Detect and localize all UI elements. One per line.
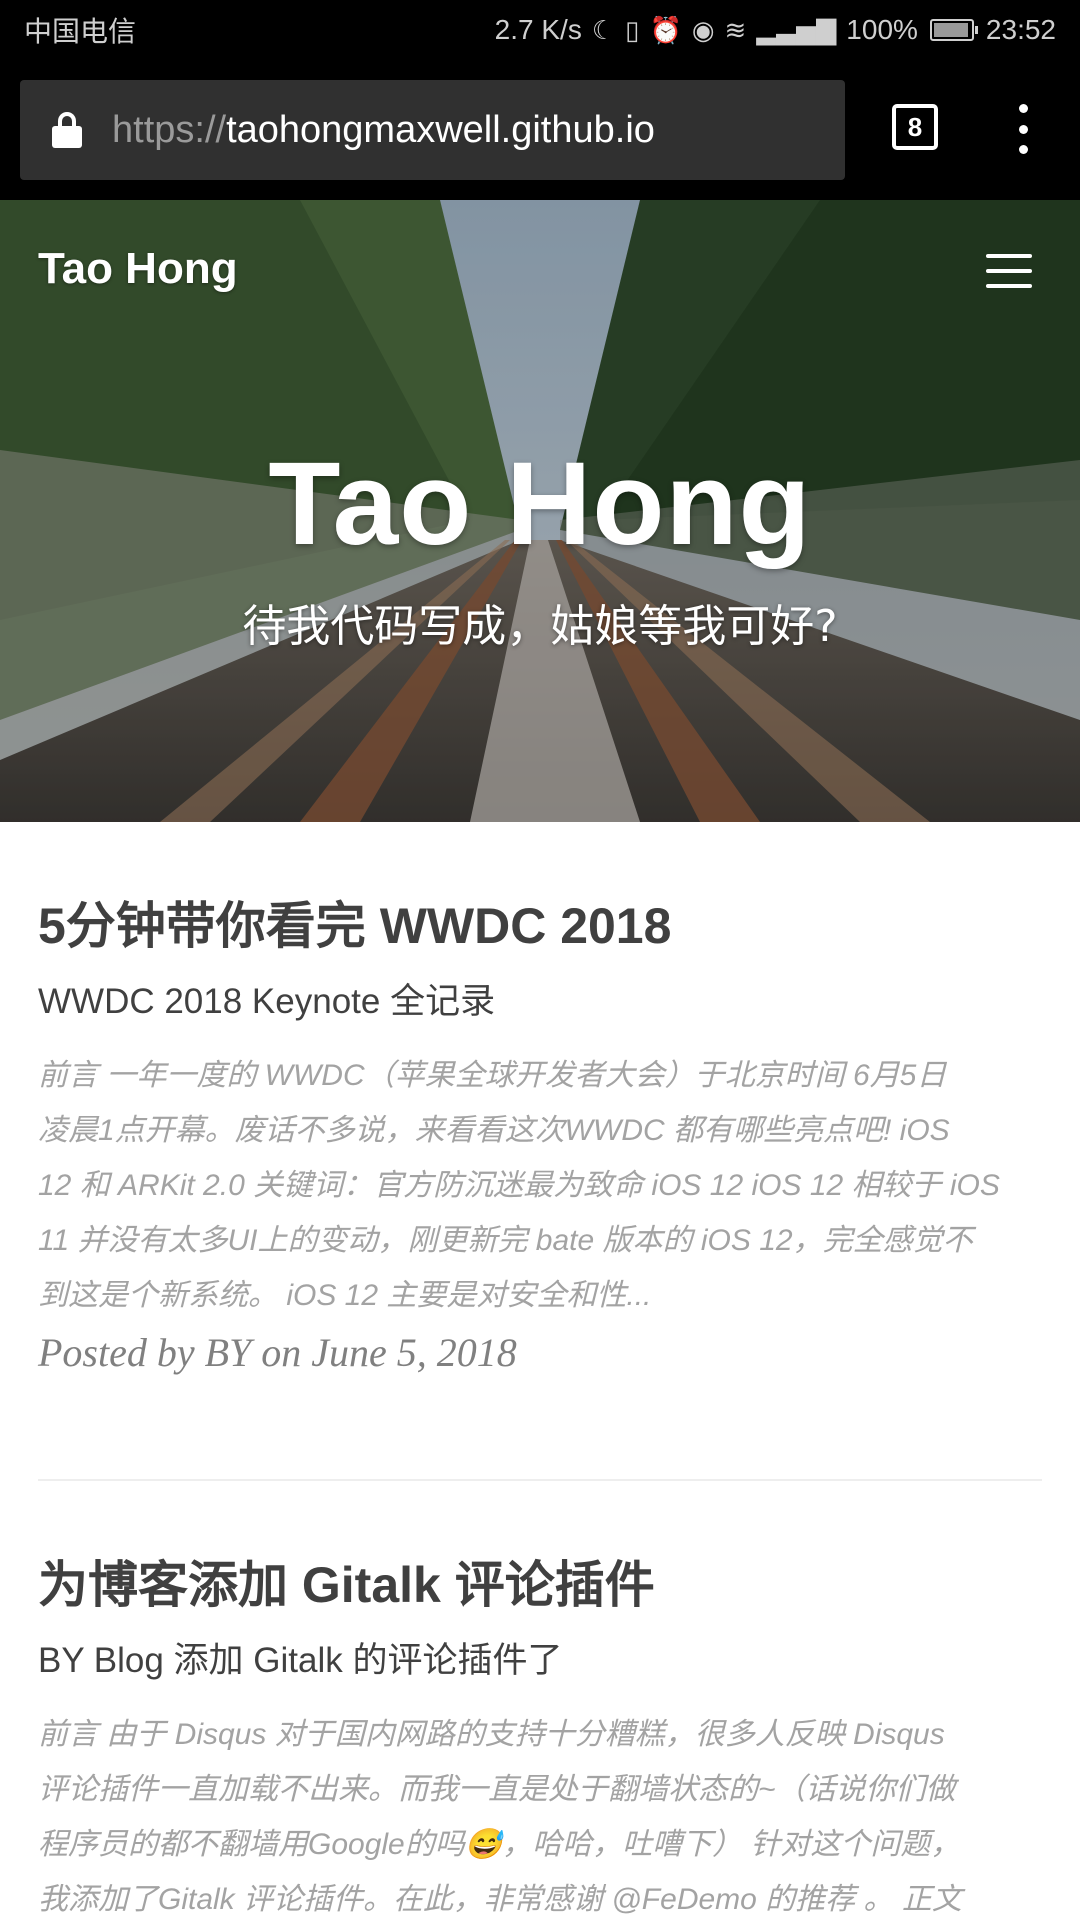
browser-menu-button[interactable] [1010, 104, 1036, 154]
url-host: taohongmaxwell.github.io [226, 108, 655, 151]
post-subtitle[interactable]: WWDC 2018 Keynote 全记录 [38, 978, 1042, 1026]
excerpt-line: 我添加了Gitalk 评论插件。在此，非常感谢 @FeDemo 的推荐 。 正文 [38, 1883, 962, 1916]
post-preview[interactable]: 5分钟带你看完 WWDC 2018 WWDC 2018 Keynote 全记录 … [38, 822, 1042, 1481]
post-excerpt[interactable]: 前言 一年一度的 WWDC（苹果全球开发者大会）于北京时间 6月5日 凌晨1点开… [38, 1048, 1042, 1323]
signal-icon: ▂▃▅▇ [756, 14, 837, 45]
excerpt-line: 前言 一年一度的 WWDC（苹果全球开发者大会）于北京时间 6月5日 [38, 1059, 947, 1092]
hero-header: Tao Hong Tao Hong 待我代码写成，姑娘等我可好? [0, 200, 1080, 822]
wifi-icon: ≋ [724, 14, 747, 45]
excerpt-line: 评论插件一直加载不出来。而我一直是处于翻墙状态的~（话说你们做 [38, 1773, 956, 1806]
excerpt-line: 前言 由于 Disqus 对于国内网路的支持十分糟糕，很多人反映 Disqus [38, 1718, 945, 1751]
post-list: 5分钟带你看完 WWDC 2018 WWDC 2018 Keynote 全记录 … [38, 822, 1042, 1920]
battery-icon [929, 19, 978, 41]
url-bar[interactable]: https://taohongmaxwell.github.io [20, 80, 845, 180]
carrier-name: 中国电信 [24, 16, 137, 47]
url-scheme: https:// [112, 108, 227, 151]
excerpt-line: 到这是个新系统。 iOS 12 主要是对安全和性... [38, 1279, 652, 1312]
moon-icon: ☾ [591, 14, 616, 45]
site-brand-link[interactable]: Tao Hong [38, 244, 238, 294]
url-text[interactable]: https://taohongmaxwell.github.io [112, 109, 655, 152]
hamburger-menu-icon[interactable] [986, 254, 1032, 288]
vibrate-icon: ▯ [625, 14, 640, 45]
post-title-link[interactable]: 为博客添加 Gitalk 评论插件 [38, 1553, 1042, 1617]
dot-icon [1018, 145, 1028, 154]
eye-icon: ◉ [691, 14, 715, 45]
post-excerpt[interactable]: 前言 由于 Disqus 对于国内网路的支持十分糟糕，很多人反映 Disqus … [38, 1707, 1042, 1920]
excerpt-line: 程序员的都不翻墙用Google的吗😅，哈哈，吐嘈下） 针对这个问题， [38, 1828, 961, 1861]
post-subtitle[interactable]: BY Blog 添加 Gitalk 的评论插件了 [38, 1637, 1042, 1685]
clock: 23:52 [985, 14, 1056, 45]
excerpt-line: 11 并没有太多UI上的变动，刚更新完 bate 版本的 iOS 12，完全感觉… [38, 1224, 973, 1257]
status-bar: 中国电信 2.7 K/s ☾ ▯ ⏰ ◉ ≋ ▂▃▅▇ 100% 23:52 [0, 0, 1080, 60]
tab-switcher-button[interactable]: 8 [892, 104, 938, 150]
status-icons: 2.7 K/s ☾ ▯ ⏰ ◉ ≋ ▂▃▅▇ 100% 23:52 [495, 14, 1056, 46]
hero-title: Tao Hong [268, 438, 812, 570]
dot-icon [1018, 104, 1028, 113]
dot-icon [1018, 124, 1028, 134]
battery-percent: 100% [846, 14, 918, 45]
excerpt-line: 12 和 ARKit 2.0 关键词：官方防沉迷最为致命 iOS 12 iOS … [38, 1169, 1000, 1202]
excerpt-line: 凌晨1点开幕。废话不多说，来看看这次WWDC 都有哪些亮点吧! iOS [38, 1114, 950, 1147]
alarm-icon: ⏰ [649, 14, 682, 45]
post-meta: Posted by BY on June 5, 2018 [38, 1330, 517, 1375]
hero-subtitle: 待我代码写成，姑娘等我可好? [242, 601, 838, 652]
post-title-link[interactable]: 5分钟带你看完 WWDC 2018 [38, 894, 1042, 958]
network-speed: 2.7 K/s [494, 14, 582, 45]
post-preview[interactable]: 为博客添加 Gitalk 评论插件 BY Blog 添加 Gitalk 的评论插… [38, 1481, 1042, 1920]
browser-toolbar: https://taohongmaxwell.github.io 8 [0, 60, 1080, 200]
lock-icon [52, 112, 82, 148]
